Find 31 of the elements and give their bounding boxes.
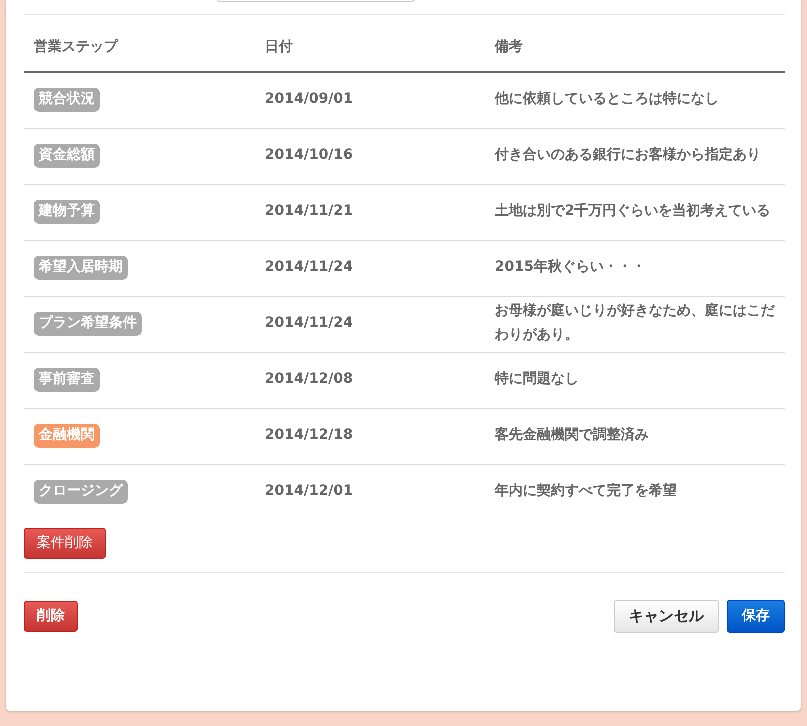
note-text: 年内に契約すべて完了を希望 — [495, 483, 677, 500]
step-badge: 金融機関 — [34, 424, 100, 448]
date-text: 2014/10/16 — [265, 147, 354, 164]
date-text: 2014/12/01 — [265, 483, 354, 500]
note-text: 客先金融機関で調整済み — [495, 427, 649, 444]
note-text: 付き合いのある銀行にお客様から指定あり — [495, 147, 761, 164]
date-text: 2014/12/08 — [265, 371, 354, 388]
date-text: 2014/11/24 — [265, 315, 354, 332]
delete-button[interactable]: 削除 — [24, 601, 78, 632]
step-badge: 資金総額 — [34, 144, 100, 168]
note-text: 2015年秋ぐらい・・・ — [495, 259, 646, 276]
step-badge: 建物予算 — [34, 200, 100, 224]
step-badge: 競合状況 — [34, 88, 100, 112]
date-text: 2014/09/01 — [265, 91, 354, 108]
date-text: 2014/11/21 — [265, 203, 354, 220]
step-badge: 希望入居時期 — [34, 256, 128, 280]
column-header: 営業ステップ — [34, 39, 118, 55]
note-text: 土地は別で2千万円ぐらいを当初考えている — [495, 203, 771, 220]
delete-case-button[interactable]: 案件削除 — [24, 528, 106, 559]
step-badge: クロージング — [34, 480, 128, 504]
date-text: 2014/11/24 — [265, 259, 354, 276]
cancel-button[interactable]: キャンセル — [614, 600, 719, 633]
date-text: 2014/12/18 — [265, 427, 354, 444]
step-badge: 事前審査 — [34, 368, 100, 392]
note-text: お母様が庭いじりが好きなため、庭にはこだわりがあり。 — [495, 303, 775, 343]
save-button[interactable]: 保存 — [727, 600, 785, 633]
column-header: 日付 — [265, 39, 293, 55]
step-badge: プラン希望条件 — [34, 312, 142, 336]
note-text: 特に問題なし — [495, 371, 579, 388]
note-text: 他に依頼しているところは特になし — [495, 91, 719, 108]
column-header: 備考 — [495, 39, 523, 55]
